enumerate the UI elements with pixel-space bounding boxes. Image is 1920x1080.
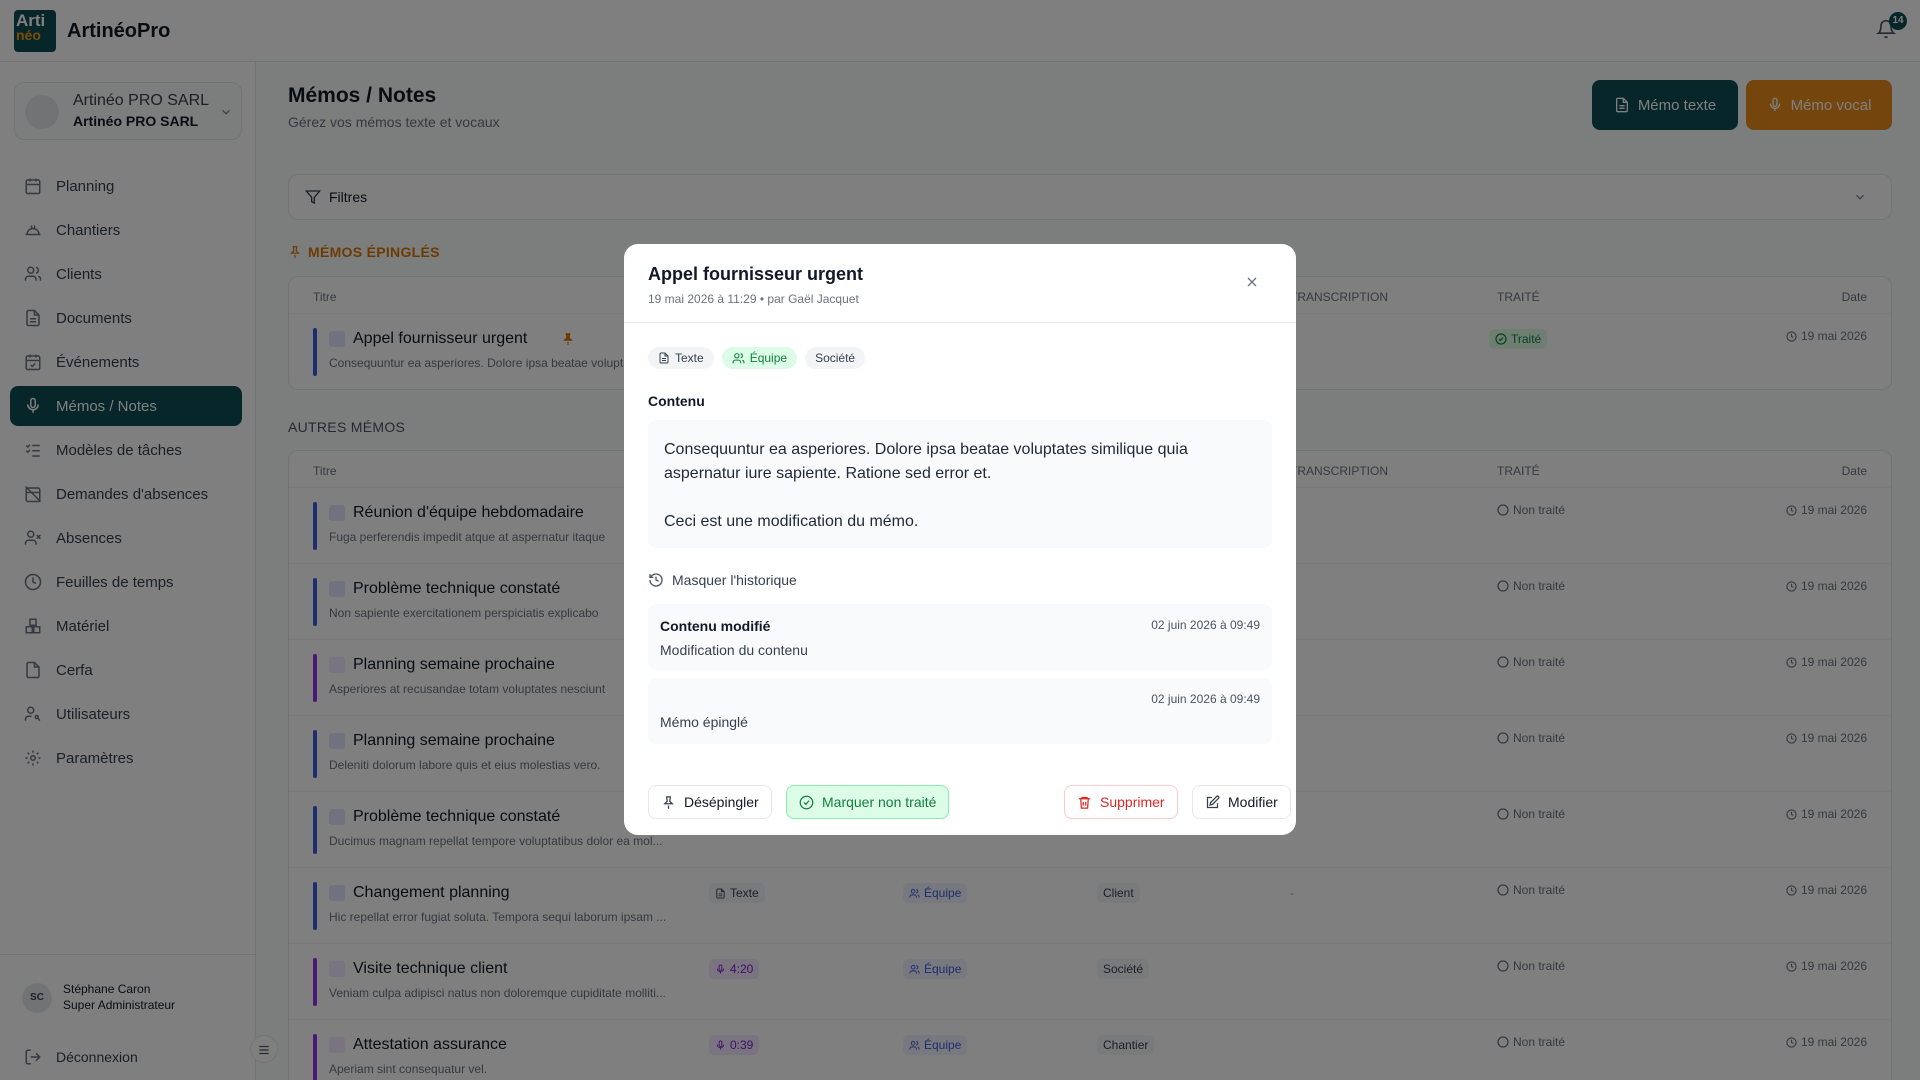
history-toggle[interactable]: Masquer l'historique xyxy=(648,572,797,588)
memo-content: Consequuntur ea asperiores. Dolore ipsa … xyxy=(648,420,1272,548)
history-icon xyxy=(649,573,663,587)
type-badge: Texte xyxy=(648,347,714,369)
memo-detail-modal: Appel fournisseur urgent 19 mai 2026 à 1… xyxy=(624,244,1296,835)
visibility-badge: Équipe xyxy=(721,347,798,369)
history-entry: Contenu modifié Modification du contenu … xyxy=(648,604,1272,670)
content-paragraph: Ceci est une modification du mémo. xyxy=(664,513,919,530)
modal-footer: Désépingler Marquer non traité Supprimer… xyxy=(648,785,1291,821)
users-icon xyxy=(732,352,745,363)
history-entry: Mémo épinglé 02 juin 2026 à 09:49 xyxy=(648,678,1272,744)
modal-title: Appel fournisseur urgent xyxy=(648,264,864,284)
close-icon[interactable] xyxy=(1244,274,1260,290)
trash-icon xyxy=(1078,796,1091,809)
mark-untreated-button[interactable]: Marquer non traité xyxy=(786,785,950,819)
edit-button[interactable]: Modifier xyxy=(1192,785,1291,819)
delete-button[interactable]: Supprimer xyxy=(1064,785,1178,819)
pin-off-icon xyxy=(663,795,674,809)
memo-badges: Texte Équipe Société xyxy=(648,347,866,369)
unpin-button[interactable]: Désépingler xyxy=(648,785,772,819)
document-icon xyxy=(659,352,669,364)
content-paragraph: Consequuntur ea asperiores. Dolore ipsa … xyxy=(664,441,1188,482)
check-circle-icon xyxy=(799,795,814,809)
divider xyxy=(624,322,1296,323)
content-label: Contenu xyxy=(648,393,705,409)
target-badge: Société xyxy=(805,347,866,369)
edit-icon xyxy=(1206,795,1220,808)
modal-subtitle: 19 mai 2026 à 11:29 • par Gaël Jacquet xyxy=(648,292,859,306)
